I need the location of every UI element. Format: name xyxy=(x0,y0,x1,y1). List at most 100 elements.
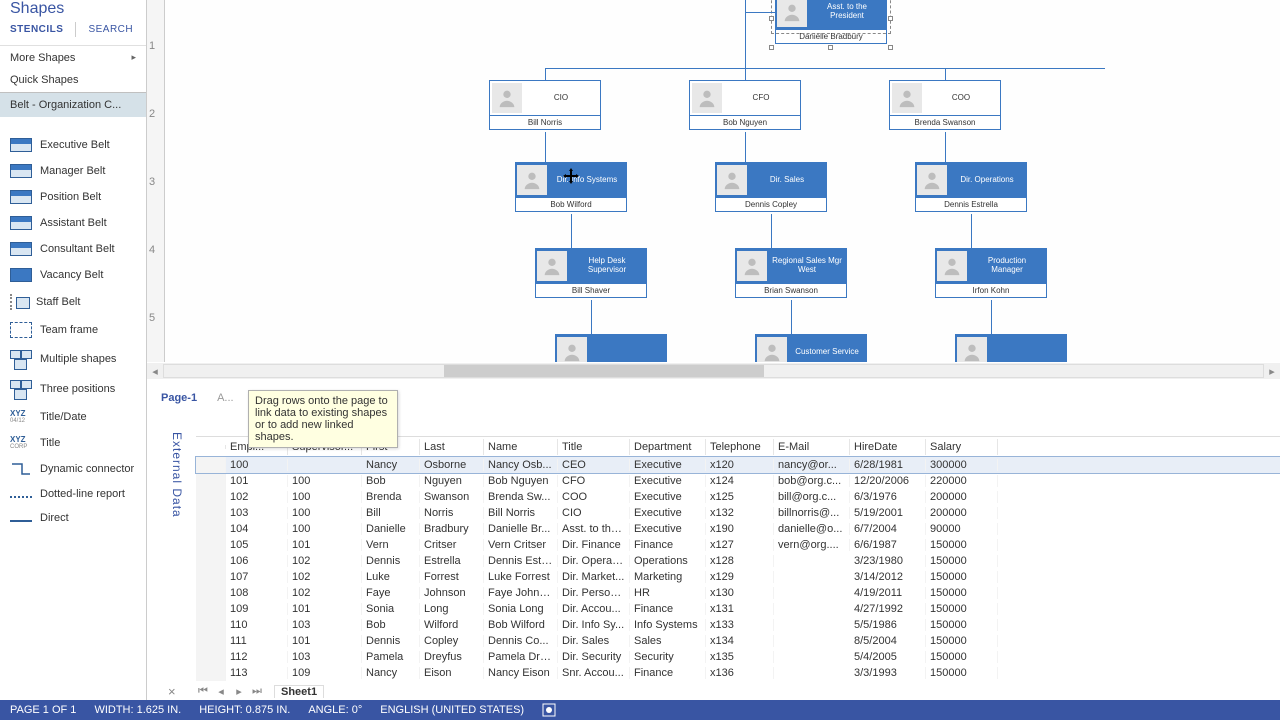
shape-label: Manager Belt xyxy=(40,165,105,177)
table-row[interactable]: 111101DennisCopleyDennis Co...Dir. Sales… xyxy=(196,633,1280,649)
table-row[interactable]: 105101VernCritserVern CritserDir. Financ… xyxy=(196,537,1280,553)
shape-assistant-belt[interactable]: Assistant Belt xyxy=(0,210,146,236)
table-row[interactable]: 104100DanielleBradburyDanielle Br...Asst… xyxy=(196,521,1280,537)
col-header[interactable]: E-Mail xyxy=(774,439,850,455)
shape-executive-belt[interactable]: Executive Belt xyxy=(0,132,146,158)
tab-all[interactable]: A... xyxy=(217,392,234,404)
avatar-icon xyxy=(892,83,922,113)
org-role: Production Manager xyxy=(971,257,1043,275)
shape-staff-belt[interactable]: Staff Belt xyxy=(0,288,146,316)
org-node-asst[interactable]: Asst. to the President Danielle Bradbury xyxy=(775,0,887,44)
col-header[interactable]: Name xyxy=(484,439,558,455)
sheet-tab[interactable]: Sheet1 xyxy=(274,685,324,698)
org-node-regional-sales[interactable]: Regional Sales Mgr West Brian Swanson xyxy=(735,248,847,298)
table-row[interactable]: 107102LukeForrestLuke ForrestDir. Market… xyxy=(196,569,1280,585)
shape-direct[interactable]: Direct xyxy=(0,506,146,530)
status-lang[interactable]: ENGLISH (UNITED STATES) xyxy=(380,704,524,716)
col-header[interactable]: Title xyxy=(558,439,630,455)
close-external-data[interactable]: × xyxy=(168,684,176,699)
cell: x133 xyxy=(706,619,774,631)
quick-shapes[interactable]: Quick Shapes xyxy=(0,70,146,92)
row-handle[interactable] xyxy=(196,569,226,585)
col-header[interactable]: Last xyxy=(420,439,484,455)
org-node-helpdesk[interactable]: Help Desk Supervisor Bill Shaver xyxy=(535,248,647,298)
more-shapes[interactable]: More Shapes xyxy=(0,46,146,70)
cell: Finance xyxy=(630,667,706,679)
table-row[interactable]: 101100BobNguyenBob NguyenCFOExecutivex12… xyxy=(196,473,1280,489)
scroll-right-icon[interactable]: ▸ xyxy=(1264,363,1280,379)
tab-stencils[interactable]: STENCILS xyxy=(10,22,69,37)
row-handle[interactable] xyxy=(196,665,226,681)
shape-multiple[interactable]: Multiple shapes xyxy=(0,344,146,374)
table-row[interactable]: 110103BobWilfordBob WilfordDir. Info Sy.… xyxy=(196,617,1280,633)
nav-prev-icon[interactable]: ◂ xyxy=(214,685,228,698)
tab-page-1[interactable]: Page-1 xyxy=(155,390,203,406)
nav-next-icon[interactable]: ▸ xyxy=(232,685,246,698)
row-handle[interactable] xyxy=(196,633,226,649)
cell: Dir. Person... xyxy=(558,587,630,599)
row-handle[interactable] xyxy=(196,457,226,473)
table-row[interactable]: 109101SoniaLongSonia LongDir. Accou...Fi… xyxy=(196,601,1280,617)
shape-three-positions[interactable]: Three positions xyxy=(0,374,146,404)
scroll-thumb[interactable] xyxy=(444,365,764,377)
table-row[interactable]: 108102FayeJohnsonFaye Johns...Dir. Perso… xyxy=(196,585,1280,601)
shape-team-frame[interactable]: Team frame xyxy=(0,316,146,344)
col-header[interactable]: Department xyxy=(630,439,706,455)
org-node-partial1[interactable] xyxy=(555,334,667,362)
stencil-belt-org[interactable]: Belt - Organization C... xyxy=(0,92,146,118)
cell: Critser xyxy=(420,539,484,551)
row-handle[interactable] xyxy=(196,473,226,489)
org-node-dir-sales[interactable]: Dir. Sales Dennis Copley xyxy=(715,162,827,212)
nav-first-icon[interactable]: ⏮ xyxy=(196,685,210,698)
cell: 150000 xyxy=(926,667,998,679)
org-node-customer-service[interactable]: Customer Service xyxy=(755,334,867,362)
table-row[interactable]: 113109NancyEisonNancy EisonSnr. Accou...… xyxy=(196,665,1280,681)
org-node-cfo[interactable]: CFO Bob Nguyen xyxy=(689,80,801,130)
avatar-icon xyxy=(937,251,967,281)
shape-dynamic-connector[interactable]: Dynamic connector xyxy=(0,456,146,482)
org-node-cio[interactable]: CIO Bill Norris xyxy=(489,80,601,130)
shape-dotted-report[interactable]: Dotted-line report xyxy=(0,482,146,506)
org-node-production[interactable]: Production Manager Irfon Kohn xyxy=(935,248,1047,298)
shape-manager-belt[interactable]: Manager Belt xyxy=(0,158,146,184)
tab-search[interactable]: SEARCH xyxy=(88,22,139,37)
ruler-mark: 5 xyxy=(149,312,155,324)
cell: Dir. Operati... xyxy=(558,555,630,567)
org-node-dir-infosys[interactable]: Dir. Info Systems Bob Wilford xyxy=(515,162,627,212)
col-header[interactable]: Salary xyxy=(926,439,998,455)
table-row[interactable]: 100NancyOsborneNancy Osb...CEOExecutivex… xyxy=(196,457,1280,473)
row-handle[interactable] xyxy=(196,585,226,601)
macro-record-icon[interactable] xyxy=(542,703,556,717)
org-node-coo[interactable]: COO Brenda Swanson xyxy=(889,80,1001,130)
ruler-mark: 3 xyxy=(149,176,155,188)
scroll-left-icon[interactable]: ◂ xyxy=(147,363,163,379)
shape-position-belt[interactable]: Position Belt xyxy=(0,184,146,210)
shape-title-date[interactable]: XYZ04/12Title/Date xyxy=(0,404,146,430)
drawing-canvas[interactable]: Asst. to the President Danielle Bradbury… xyxy=(165,0,1280,362)
col-header[interactable] xyxy=(196,445,226,449)
org-node-partial3[interactable] xyxy=(955,334,1067,362)
nav-last-icon[interactable]: ⏭ xyxy=(250,685,264,698)
table-row[interactable]: 103100BillNorrisBill NorrisCIOExecutivex… xyxy=(196,505,1280,521)
row-handle[interactable] xyxy=(196,601,226,617)
cell: HR xyxy=(630,587,706,599)
row-handle[interactable] xyxy=(196,505,226,521)
col-header[interactable]: HireDate xyxy=(850,439,926,455)
shape-consultant-belt[interactable]: Consultant Belt xyxy=(0,236,146,262)
org-node-dir-ops[interactable]: Dir. Operations Dennis Estrella xyxy=(915,162,1027,212)
table-row[interactable]: 112103PamelaDreyfusPamela Dre...Dir. Sec… xyxy=(196,649,1280,665)
col-header[interactable]: Telephone xyxy=(706,439,774,455)
table-row[interactable]: 102100BrendaSwansonBrenda Sw...COOExecut… xyxy=(196,489,1280,505)
scroll-track[interactable] xyxy=(163,364,1264,378)
table-row[interactable]: 106102DennisEstrellaDennis Estr...Dir. O… xyxy=(196,553,1280,569)
row-handle[interactable] xyxy=(196,553,226,569)
row-handle[interactable] xyxy=(196,649,226,665)
cell: 103 xyxy=(288,619,362,631)
shape-vacancy-belt[interactable]: Vacancy Belt xyxy=(0,262,146,288)
row-handle[interactable] xyxy=(196,537,226,553)
shape-title[interactable]: XYZCORPTitle xyxy=(0,430,146,456)
row-handle[interactable] xyxy=(196,521,226,537)
row-handle[interactable] xyxy=(196,617,226,633)
row-handle[interactable] xyxy=(196,489,226,505)
horizontal-scrollbar[interactable]: ◂ ▸ xyxy=(147,363,1280,379)
